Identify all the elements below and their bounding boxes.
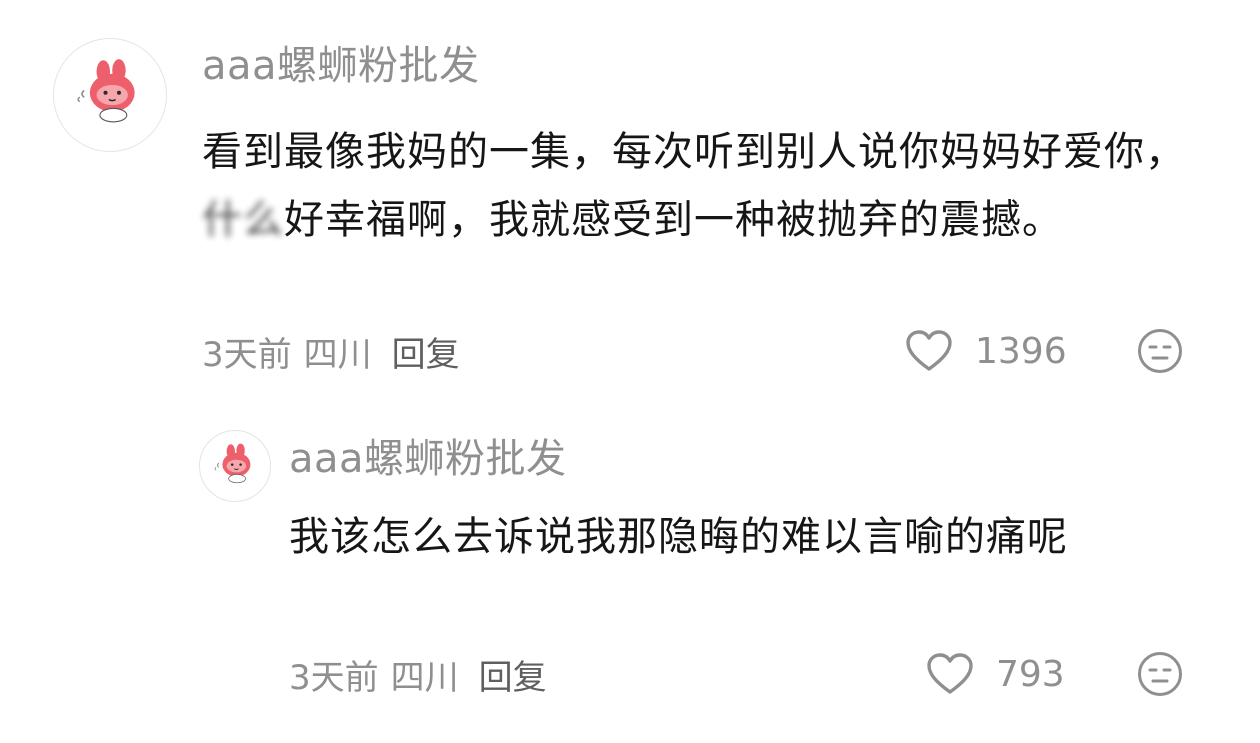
meh-face-icon (1138, 652, 1182, 696)
meh-face-icon (1138, 329, 1182, 373)
dislike-button[interactable] (1136, 327, 1184, 375)
comment-text: 我该怎么去诉说我那隐晦的难以言喻的痛呢 (289, 514, 1068, 560)
comment-text: 看到最像我妈的一集，每次听到别人说你妈妈好爱你， 什么好幸福啊，我就感受到一种被抛… (202, 118, 1212, 254)
username[interactable]: aaa螺蛳粉批发 (289, 433, 567, 485)
avatar[interactable] (53, 38, 167, 152)
comment-text-part: 好幸福啊，我就感受到一种被抛弃的震撼。 (284, 197, 1063, 243)
location: 四川 (390, 657, 459, 698)
reply-button[interactable]: 回复 (479, 650, 547, 699)
comment-meta: 3天前 四川 回复 (289, 650, 547, 698)
dislike-button[interactable] (1136, 650, 1184, 698)
timestamp: 3天前 (202, 334, 292, 375)
heart-icon (906, 330, 952, 371)
comment-meta: 3天前 四川 回复 (202, 327, 460, 375)
like-count: 793 (996, 653, 1065, 695)
bunny-avatar-icon (77, 59, 135, 123)
blurred-text: 什么 (202, 197, 284, 243)
bunny-avatar-icon (214, 443, 251, 484)
avatar[interactable] (199, 430, 271, 502)
like-button[interactable]: 793 (926, 650, 1065, 698)
like-button[interactable]: 1396 (905, 327, 1067, 375)
comment-text-part: 看到最像我妈的一集，每次听到别人说你妈妈好爱你， (202, 129, 1186, 175)
heart-icon (927, 653, 973, 694)
like-count: 1396 (975, 330, 1067, 372)
username[interactable]: aaa螺蛳粉批发 (202, 40, 480, 92)
timestamp: 3天前 (289, 657, 379, 698)
location: 四川 (303, 334, 372, 375)
reply-button[interactable]: 回复 (392, 327, 460, 376)
